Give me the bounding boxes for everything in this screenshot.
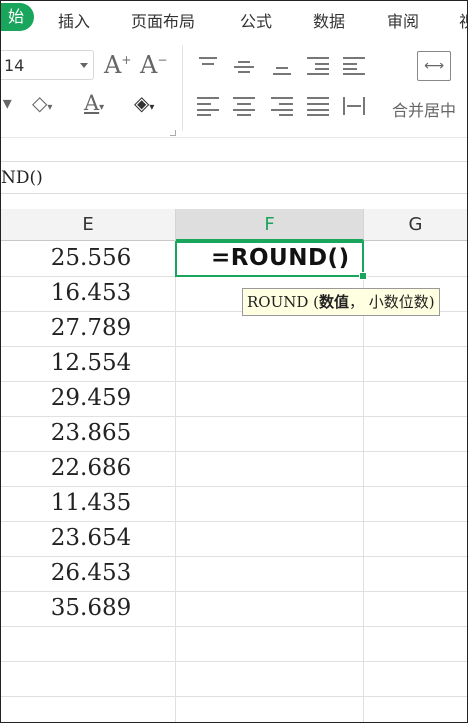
formula-bar-spacer <box>1 193 467 210</box>
formula-bar-text[interactable]: ND() <box>1 168 43 188</box>
clear-format-icon[interactable]: ◈▾ <box>134 91 154 115</box>
tab-data[interactable]: 数据 <box>313 8 345 32</box>
align-bottom-icon[interactable] <box>271 57 293 75</box>
row-divider <box>1 416 467 417</box>
row-divider <box>1 521 467 522</box>
grid-divider <box>175 241 176 722</box>
increase-font-icon[interactable]: A+ <box>104 51 131 79</box>
sheet-grid[interactable]: E F G 25.556 16.453 27.789 12.554 29.459 23.8… <box>1 209 467 722</box>
align-right-icon[interactable] <box>271 97 293 116</box>
row-divider <box>1 381 467 382</box>
tab-insert[interactable]: 插入 <box>58 8 90 32</box>
column-header-g[interactable]: G <box>364 209 467 241</box>
cell-e-value[interactable]: 12.554 <box>6 350 176 376</box>
font-color-icon[interactable]: A▾ <box>84 91 104 115</box>
cell-e-value[interactable]: 22.686 <box>6 455 176 481</box>
cell-e-value[interactable]: 27.789 <box>6 315 176 341</box>
cell-e-value[interactable]: 11.435 <box>6 490 176 516</box>
cell-formula-text[interactable]: =ROUND() <box>211 245 350 271</box>
toolbar-bottom <box>1 137 467 162</box>
column-header-f[interactable]: F <box>176 209 364 241</box>
chevron-down-icon[interactable] <box>80 63 88 68</box>
align-middle-icon[interactable] <box>233 57 255 75</box>
fill-handle[interactable] <box>359 272 367 280</box>
tooltip-args-rest: ， 小数位数) <box>349 293 435 311</box>
cell-e-value[interactable]: 26.453 <box>6 560 176 586</box>
row-divider <box>1 696 467 697</box>
row-divider <box>1 451 467 452</box>
tab-start[interactable]: 始 <box>1 3 34 31</box>
cell-e-value[interactable]: 25.556 <box>6 245 176 271</box>
row-divider <box>1 591 467 592</box>
merge-center-icon[interactable]: ⟷ <box>417 51 451 81</box>
formula-bar[interactable]: ND() <box>1 161 467 194</box>
active-cell-f1[interactable]: =ROUND() <box>175 241 364 277</box>
decrease-font-icon[interactable]: A− <box>140 51 167 79</box>
spreadsheet-window: 始 插入 页面布局 公式 数据 审阅 视 14 A+ A− ⁝▾ ◇▾ A▾ ◈… <box>0 0 468 723</box>
row-divider <box>1 626 467 627</box>
tab-review[interactable]: 审阅 <box>387 8 419 32</box>
ribbon-tabs: 始 插入 页面布局 公式 数据 审阅 视 <box>1 1 467 37</box>
toolbar-divider <box>182 45 183 131</box>
justify-icon[interactable] <box>307 97 329 116</box>
tab-formulas[interactable]: 公式 <box>240 8 272 32</box>
align-center-icon[interactable] <box>233 97 255 116</box>
function-tooltip: ROUND (数值， 小数位数) <box>242 288 440 316</box>
row-divider <box>1 556 467 557</box>
cell-e-value[interactable]: 23.865 <box>6 420 176 446</box>
tooltip-func: ROUND ( <box>247 293 320 311</box>
toolbar: 14 A+ A− ⁝▾ ◇▾ A▾ ◈▾ ⟷ 合并居中 <box>1 37 467 137</box>
cell-e-value[interactable]: 16.453 <box>6 280 176 306</box>
cell-e-value[interactable]: 29.459 <box>6 385 176 411</box>
align-top-icon[interactable] <box>197 57 219 75</box>
tooltip-arg-current: 数值 <box>319 293 350 311</box>
merge-center-label[interactable]: 合并居中 <box>392 97 456 121</box>
cell-e-value[interactable]: 23.654 <box>6 525 176 551</box>
row-divider <box>1 661 467 662</box>
align-left-icon[interactable] <box>197 97 219 116</box>
tab-start-label: 始 <box>7 7 24 26</box>
font-size-select[interactable]: 14 <box>1 50 94 80</box>
cell-e-value[interactable]: 35.689 <box>6 595 176 621</box>
fill-color-icon[interactable]: ◇▾ <box>32 91 52 115</box>
font-size-value: 14 <box>4 56 25 75</box>
border-icon[interactable]: ⁝▾ <box>1 93 12 114</box>
distributed-icon[interactable] <box>343 97 365 115</box>
tab-view[interactable]: 视 <box>459 8 467 32</box>
increase-indent-icon[interactable] <box>343 57 365 75</box>
row-divider <box>1 346 467 347</box>
row-divider <box>1 486 467 487</box>
tab-page-layout[interactable]: 页面布局 <box>131 8 195 32</box>
column-header-e[interactable]: E <box>1 209 176 241</box>
dialog-launcher-icon[interactable] <box>170 130 176 136</box>
decrease-indent-icon[interactable] <box>307 57 329 75</box>
